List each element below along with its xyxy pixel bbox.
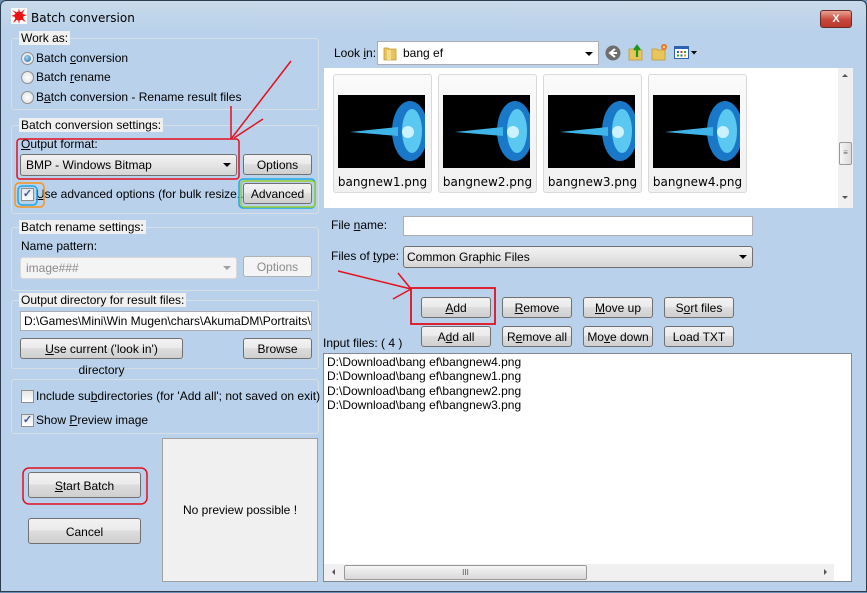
look-in-value: bang ef [403,46,444,60]
look-in-select[interactable]: bang ef [377,41,599,65]
chevron-down-icon [739,255,747,259]
file-name-label: File name: [331,218,388,232]
output-dir-label: Output directory for result files: [19,293,187,307]
scroll-right-icon[interactable] [824,569,827,575]
close-button[interactable]: X [820,10,852,28]
scroll-down-icon[interactable] [842,196,848,199]
annotation-arrow [337,270,412,290]
thumbnail-label: bangnew1.png [337,175,428,189]
list-item[interactable]: D:\Download\bang ef\bangnew4.png [327,355,521,369]
thumbnail-item[interactable]: bangnew1.png [333,74,432,193]
output-format-label: Output format: [21,137,98,151]
annotation-arrow [392,288,412,300]
output-format-select[interactable]: BMP - Windows Bitmap [20,154,237,176]
load-txt-button[interactable]: Load TXT [664,326,734,347]
input-files-list[interactable]: D:\Download\bang ef\bangnew4.png D:\Down… [323,353,852,582]
rename-options-button[interactable]: Options [243,256,312,277]
browse-button[interactable]: Browse [243,338,312,359]
radio-batch-conversion-label[interactable]: Batch conversion [36,51,128,65]
radio-batch-rename-label[interactable]: Batch rename [36,70,111,84]
list-item[interactable]: D:\Download\bang ef\bangnew3.png [327,398,521,412]
back-icon[interactable] [605,45,621,61]
radio-batch-conversion[interactable] [21,52,34,65]
horizontal-scrollbar[interactable]: III [324,564,834,581]
include-subdirs-label[interactable]: Include subdirectories (for 'Add all'; n… [36,389,320,403]
thumbnail-item[interactable]: bangnew3.png [543,74,642,193]
scroll-left-icon[interactable] [332,569,335,575]
scroll-thumb[interactable]: III [344,565,587,580]
add-all-button[interactable]: Add all [421,326,491,347]
thumbnail-label: bangnew2.png [442,175,533,189]
scroll-thumb[interactable]: ≡ [839,142,852,165]
output-format-value: BMP - Windows Bitmap [26,158,152,172]
advanced-options-checkbox[interactable]: ✓ [21,188,34,201]
preview-panel: No preview possible ! [162,438,318,582]
chevron-down-icon [585,52,593,56]
add-button[interactable]: Add [421,297,491,318]
list-item[interactable]: D:\Download\bang ef\bangnew2.png [327,384,521,398]
radio-conversion-rename-label[interactable]: Batch conversion - Rename result files [36,90,241,104]
chevron-down-icon [223,266,231,270]
move-up-button[interactable]: Move up [583,297,653,318]
radio-conversion-rename[interactable] [21,91,34,104]
sort-files-button[interactable]: Sort files [664,297,734,318]
list-item[interactable]: D:\Download\bang ef\bangnew1.png [327,369,521,383]
app-icon [11,8,27,24]
show-preview-checkbox[interactable]: ✓ [21,414,34,427]
thumbnail-view[interactable]: bangnew1.png bangnew2.png bangnew3.png b… [324,68,838,208]
format-options-button[interactable]: Options [243,154,312,175]
advanced-button[interactable]: Advanced [243,183,312,204]
thumbnail-item[interactable]: bangnew2.png [438,74,537,193]
thumbnail-image [653,95,740,168]
conversion-settings-label: Batch conversion settings: [19,118,164,132]
annotation-arrow [397,272,412,290]
show-preview-label[interactable]: Show Preview image [36,413,148,427]
input-files-label: Input files: ( 4 ) [323,336,403,350]
thumbnail-image [548,95,635,168]
remove-all-button[interactable]: Remove all [502,326,572,347]
file-name-input[interactable] [403,216,753,236]
thumbnail-image [338,95,425,168]
files-of-type-value: Common Graphic Files [407,250,530,264]
output-dir-input[interactable]: D:\Games\Mini\Win Mugen\chars\AkumaDM\Po… [20,311,312,331]
scroll-up-icon[interactable] [842,74,848,77]
move-down-button[interactable]: Move down [583,326,653,347]
view-menu-icon[interactable] [674,45,698,64]
remove-button[interactable]: Remove [502,297,572,318]
preview-message: No preview possible ! [182,503,298,517]
close-icon: X [832,13,840,25]
advanced-options-label[interactable]: Use advanced options (for bulk resize...… [36,187,251,201]
name-pattern-select[interactable]: image### [20,257,237,279]
thumbnail-image [443,95,530,168]
include-subdirs-checkbox[interactable] [21,390,34,403]
use-current-dir-button[interactable]: Use current ('look in') directory [20,338,183,377]
name-pattern-value: image### [26,261,79,275]
thumbnail-item[interactable]: bangnew4.png [648,74,747,193]
title-bar[interactable]: Batch conversion X [1,1,866,31]
thumbnail-label: bangnew4.png [652,175,743,189]
cancel-button[interactable]: Cancel [28,518,141,544]
thumbnail-label: bangnew3.png [547,175,638,189]
folder-icon [383,47,397,61]
thumbnail-scrollbar[interactable]: ≡ [838,68,853,208]
name-pattern-label: Name pattern: [21,239,98,253]
work-as-label: Work as: [19,31,71,45]
look-in-label: Look in: [334,46,377,60]
files-of-type-label: Files of type: [331,249,400,263]
up-folder-icon[interactable] [628,43,644,61]
batch-conversion-window: Batch conversion X Work as: Batch conver… [0,0,867,592]
rename-settings-label: Batch rename settings: [19,220,146,234]
new-folder-icon[interactable] [651,43,668,61]
file-list-items: D:\Download\bang ef\bangnew4.png D:\Down… [327,355,521,412]
start-batch-button[interactable]: Start Batch [28,472,141,498]
window-title: Batch conversion [31,11,135,25]
files-of-type-select[interactable]: Common Graphic Files [403,246,753,268]
chevron-down-icon [223,163,231,167]
radio-batch-rename[interactable] [21,71,34,84]
